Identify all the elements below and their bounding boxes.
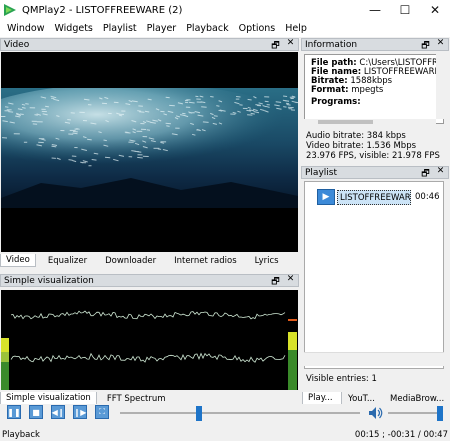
- previous-icon: ◀❙: [51, 407, 65, 417]
- visualization-close-button[interactable]: ✕: [286, 274, 295, 290]
- info-programs: Programs:: [311, 97, 361, 107]
- app-logo-icon: [4, 4, 16, 16]
- stop-icon: ■: [32, 407, 40, 417]
- info-format: Format: mpegts: [311, 85, 384, 95]
- playlist-list[interactable]: ▶ LISTOFFREEWARE... 00:46: [304, 181, 444, 369]
- window-title: QMPlay2 - LISTOFFREEWARE (2): [22, 4, 183, 16]
- play-icon: ▶: [317, 189, 335, 205]
- status-bar: Playback 00:15 ; -00:31 / 00:47: [0, 428, 450, 441]
- fullscreen-button[interactable]: ⛶: [95, 405, 109, 419]
- playlist-float-button[interactable]: 🗗: [421, 166, 430, 182]
- information-scroll-thumb[interactable]: [318, 120, 373, 124]
- visualization-tab-bar: Simple visualization FFT Spectrum: [0, 391, 172, 405]
- information-text-box[interactable]: File path: C:\Users\LISTOFFREE File name…: [304, 54, 444, 124]
- seek-slider-handle[interactable]: [196, 406, 203, 421]
- volume-icon[interactable]: [368, 406, 384, 420]
- maximize-button[interactable]: ☐: [390, 0, 420, 20]
- tab-internet-radios[interactable]: Internet radios: [168, 254, 243, 267]
- playlist-entry-name[interactable]: LISTOFFREEWARE...: [337, 189, 411, 205]
- fps-text: 23.976 FPS, visible: 21.978 FPS: [306, 151, 440, 161]
- audio-bitrate-text: Audio bitrate: 384 kbps: [306, 131, 406, 141]
- menu-bar: Window Widgets Playlist Player Playback …: [0, 20, 450, 37]
- volume-slider-handle[interactable]: [437, 406, 443, 421]
- information-vertical-scrollbar[interactable]: [436, 54, 444, 119]
- video-panel-header: Video 🗗 ✕: [0, 38, 299, 51]
- information-horizontal-scrollbar[interactable]: [304, 119, 436, 125]
- menu-player[interactable]: Player: [142, 23, 182, 34]
- visualization-display: [1, 290, 298, 390]
- volume-slider[interactable]: [388, 412, 440, 414]
- menu-help[interactable]: Help: [280, 23, 312, 34]
- playlist-panel-header: Playlist 🗗 ✕: [301, 166, 449, 179]
- visualization-panel-title: Simple visualization: [4, 275, 94, 286]
- title-bar: QMPlay2 - LISTOFFREEWARE (2) — ☐ ✕: [0, 0, 450, 20]
- information-float-button[interactable]: 🗗: [421, 38, 430, 54]
- information-panel-header: Information 🗗 ✕: [301, 38, 449, 51]
- tab-downloader[interactable]: Downloader: [99, 254, 162, 267]
- video-panel-title: Video: [4, 39, 30, 50]
- stop-button[interactable]: ■: [29, 405, 43, 419]
- menu-playback[interactable]: Playback: [181, 23, 233, 34]
- playlist-horizontal-scrollbar[interactable]: [304, 352, 444, 366]
- playlist-close-button[interactable]: ✕: [436, 166, 445, 182]
- visualization-panel-header: Simple visualization 🗗 ✕: [0, 274, 299, 287]
- visible-entries-count: Visible entries: 1: [306, 374, 377, 384]
- information-close-button[interactable]: ✕: [436, 38, 445, 54]
- tab-equalizer[interactable]: Equalizer: [42, 254, 93, 267]
- tab-video[interactable]: Video: [0, 254, 36, 267]
- pause-button[interactable]: ❚❚: [7, 405, 21, 419]
- playlist-entry-duration: 00:46: [415, 192, 440, 202]
- next-icon: ❙▶: [73, 407, 87, 417]
- waveform-visualization: [1, 310, 297, 390]
- video-frame: [1, 88, 298, 208]
- fullscreen-icon: ⛶: [99, 407, 105, 416]
- video-bitrate-text: Video bitrate: 1.536 Mbps: [306, 141, 417, 151]
- menu-options[interactable]: Options: [234, 23, 281, 34]
- tab-lyrics[interactable]: Lyrics: [249, 254, 285, 267]
- previous-button[interactable]: ◀❙: [51, 405, 65, 419]
- menu-widgets[interactable]: Widgets: [49, 23, 97, 34]
- next-button[interactable]: ❙▶: [73, 405, 87, 419]
- playback-time-text: 00:15 ; -00:31 / 00:47: [354, 429, 448, 440]
- video-tab-bar: Video Equalizer Downloader Internet radi…: [0, 253, 285, 267]
- playlist-entry[interactable]: ▶ LISTOFFREEWARE... 00:46: [317, 188, 441, 206]
- information-panel-title: Information: [305, 39, 358, 50]
- video-display[interactable]: [1, 52, 298, 252]
- close-button[interactable]: ✕: [420, 0, 450, 20]
- menu-window[interactable]: Window: [2, 23, 49, 34]
- playlist-tab-bar: Play... YouT... MediaBrow...: [302, 391, 444, 405]
- visualization-float-button[interactable]: 🗗: [271, 274, 280, 290]
- playback-state-text: Playback: [2, 429, 40, 440]
- playlist-panel-title: Playlist: [305, 167, 337, 178]
- seek-slider[interactable]: [120, 412, 360, 414]
- pause-icon: ❚❚: [7, 407, 21, 417]
- menu-playlist[interactable]: Playlist: [98, 23, 142, 34]
- minimize-button[interactable]: —: [360, 0, 390, 20]
